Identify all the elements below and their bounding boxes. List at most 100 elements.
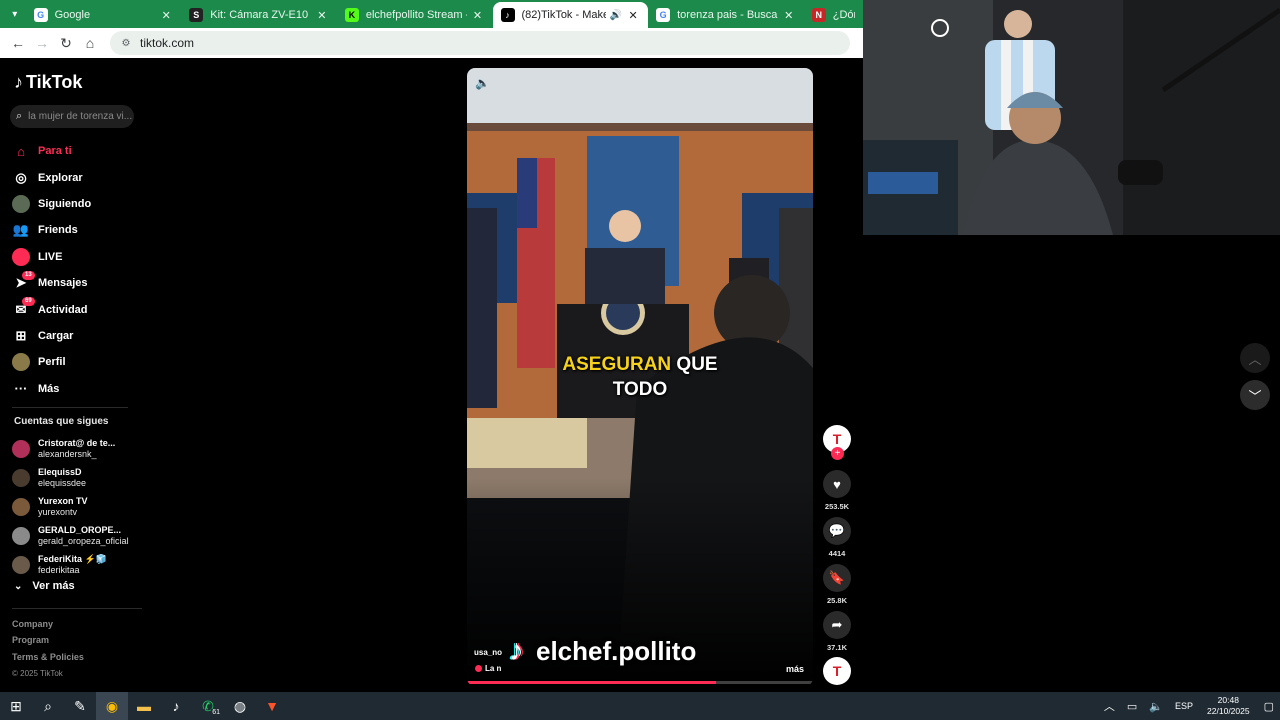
sidebar-item-actividad[interactable]: ✉ 69 Actividad xyxy=(12,296,142,322)
whatsapp-icon[interactable]: ✆ 61 xyxy=(192,692,224,720)
taskbar: ⊞ ⌕ ✎ ◉ ▬ ♪ ✆ 61 ◍ ▼ ︿ ▭ 🔈 ESP 20:48 22/1… xyxy=(0,692,1280,720)
close-tab-icon[interactable]: ✕ xyxy=(471,9,485,22)
footer-link-terms[interactable]: Terms & Policies xyxy=(12,652,84,668)
music-disc-icon: T xyxy=(823,657,851,685)
whatsapp-badge: 61 xyxy=(211,709,221,716)
sidebar-item-explorar[interactable]: ◎ Explorar xyxy=(12,164,142,190)
tab-tiktok[interactable]: ♪ (82)TikTok - Make Your Day 🔊 ✕ xyxy=(492,2,649,28)
obs-icon[interactable]: ◍ xyxy=(224,692,256,720)
site-icon: N xyxy=(811,8,826,22)
following-account[interactable]: GERALD_OROPE... gerald_oropeza_oficial xyxy=(12,521,142,550)
tab-donde[interactable]: N ¿Dónde xyxy=(804,2,863,28)
home-icon[interactable]: ⌂ xyxy=(78,31,102,55)
next-video-button[interactable]: ﹀ xyxy=(1240,380,1270,410)
share-button[interactable]: ➦ 37.1K xyxy=(820,611,854,652)
tiktok-icon: ♪ xyxy=(500,8,515,22)
sidebar-item-siguiendo[interactable]: Siguiendo xyxy=(12,191,142,217)
url-text: tiktok.com xyxy=(140,36,195,50)
following-list: Cristorat@ de te... alexandersnk_ Elequis… xyxy=(12,434,142,579)
like-count: 253.5K xyxy=(824,502,850,511)
save-count: 25.8K xyxy=(826,596,847,605)
tiktok-logo-icon: ♪ xyxy=(14,72,23,92)
volume-icon[interactable]: 🔈 xyxy=(1149,700,1163,713)
video-author[interactable]: usa_no xyxy=(474,648,502,657)
footer-link-program[interactable]: Program xyxy=(12,635,84,651)
tab-kick-stream[interactable]: K elchefpollito Stream - Watch Li ✕ xyxy=(337,2,493,28)
footer-link-company[interactable]: Company xyxy=(12,619,84,635)
save-button[interactable]: 🔖 25.8K xyxy=(820,564,854,605)
reload-icon[interactable]: ↻ xyxy=(54,31,78,55)
browser-toolbar: ← → ↻ ⌂ ⚙ tiktok.com xyxy=(0,28,863,58)
sidebar-item-live[interactable]: LIVE xyxy=(12,244,142,270)
live-dot-icon xyxy=(475,665,482,672)
see-more-button[interactable]: ⌄ Ver más xyxy=(14,580,75,592)
sidebar-divider xyxy=(12,608,142,609)
tab-search-button[interactable]: ▾ xyxy=(4,3,26,25)
chrome-icon[interactable]: ◉ xyxy=(96,692,128,720)
like-button[interactable]: ♥ 253.5K xyxy=(820,470,854,511)
chevron-down-icon: ﹀ xyxy=(1248,388,1262,404)
avatar xyxy=(12,468,30,487)
webcam-overlay xyxy=(863,0,1280,235)
address-bar[interactable]: ⚙ tiktok.com xyxy=(110,31,850,55)
heart-icon: ♥ xyxy=(823,470,851,498)
previous-video-button[interactable]: ︿ xyxy=(1240,343,1270,373)
copyright-text: © 2025 TikTok xyxy=(12,668,63,678)
following-icon xyxy=(12,194,30,213)
video-progress-bar[interactable] xyxy=(467,681,813,684)
sidebar-item-mas[interactable]: ··· Más xyxy=(12,376,142,402)
description-more-button[interactable]: más xyxy=(786,664,804,674)
search-input[interactable]: ⌕ la mujer de torenza vi... xyxy=(10,105,134,128)
upload-icon: ⊞ xyxy=(15,327,27,343)
sidebar-item-friends[interactable]: 👥 Friends xyxy=(12,217,142,243)
avatar xyxy=(12,497,30,516)
video-player[interactable]: 🔈 ASEGURAN QUE TODO usa_no La n ♪ elchef… xyxy=(467,68,813,686)
following-account[interactable]: ElequissD elequissdee xyxy=(12,463,142,492)
google-icon: G xyxy=(33,8,48,22)
stream-watermark: ♪ elchef.pollito xyxy=(509,634,697,667)
forward-icon[interactable]: → xyxy=(30,31,54,55)
tab-google[interactable]: G Google ✕ xyxy=(26,2,182,28)
google-icon: G xyxy=(656,8,671,22)
comment-icon: 💬 xyxy=(823,517,851,545)
follow-plus-icon[interactable]: + xyxy=(831,447,844,460)
language-indicator[interactable]: ESP xyxy=(1175,701,1193,711)
clock[interactable]: 20:48 22/10/2025 xyxy=(1207,695,1250,717)
close-tab-icon[interactable]: ✕ xyxy=(315,9,329,22)
comment-button[interactable]: 💬 4414 xyxy=(820,517,854,558)
following-account[interactable]: FederiKita ⚡🧊 federikitaa xyxy=(12,550,142,579)
creator-avatar-button[interactable]: T + xyxy=(820,425,854,460)
volume-icon[interactable]: 🔈 xyxy=(475,76,490,90)
following-account[interactable]: Yurexon TV yurexontv xyxy=(12,492,142,521)
network-icon[interactable]: ▭ xyxy=(1127,700,1137,713)
notifications-icon[interactable]: ▢ xyxy=(1264,700,1274,713)
close-tab-icon[interactable]: ✕ xyxy=(159,9,173,22)
brave-icon[interactable]: ▼ xyxy=(256,692,288,720)
sidebar-item-cargar[interactable]: ⊞ Cargar xyxy=(12,323,142,349)
sidebar-menu: ⌂ Para ti ◎ Explorar Siguiendo 👥 Friends xyxy=(12,138,142,402)
file-explorer-icon[interactable]: ▬ xyxy=(128,692,160,720)
close-tab-icon[interactable]: ✕ xyxy=(626,9,640,22)
sidebar-item-perfil[interactable]: Perfil xyxy=(12,349,142,375)
chevron-up-icon[interactable]: ︿ xyxy=(1104,698,1115,714)
sidebar-item-para-ti[interactable]: ⌂ Para ti xyxy=(12,138,142,164)
tab-camera-kit[interactable]: S Kit: Cámara ZV-E10 + Lente SEL ✕ xyxy=(181,2,337,28)
tiktok-logo[interactable]: ♪ TikTok xyxy=(14,72,82,93)
compass-icon: ◎ xyxy=(15,169,27,185)
close-tab-icon[interactable]: ✕ xyxy=(782,9,796,22)
home-icon: ⌂ xyxy=(17,143,25,159)
site-info-icon[interactable]: ⚙ xyxy=(118,35,134,51)
tiktok-app-icon[interactable]: ♪ xyxy=(160,692,192,720)
profile-icon xyxy=(12,353,30,372)
following-account[interactable]: Cristorat@ de te... alexandersnk_ xyxy=(12,434,142,463)
windows-start-icon[interactable]: ⊞ xyxy=(0,692,32,720)
chevron-down-icon: ⌄ xyxy=(14,580,23,592)
share-count: 37.1K xyxy=(826,643,847,652)
search-icon[interactable]: ⌕ xyxy=(32,692,64,720)
app-icon[interactable]: ✎ xyxy=(64,692,96,720)
audio-playing-icon[interactable]: 🔊 xyxy=(610,10,622,21)
tab-google-search[interactable]: G torenza pais - Buscar con Goog ✕ xyxy=(648,2,804,28)
sound-disc-button[interactable]: T xyxy=(820,657,854,685)
sidebar-item-mensajes[interactable]: ➤ 13 Mensajes xyxy=(12,270,142,296)
back-icon[interactable]: ← xyxy=(6,31,30,55)
